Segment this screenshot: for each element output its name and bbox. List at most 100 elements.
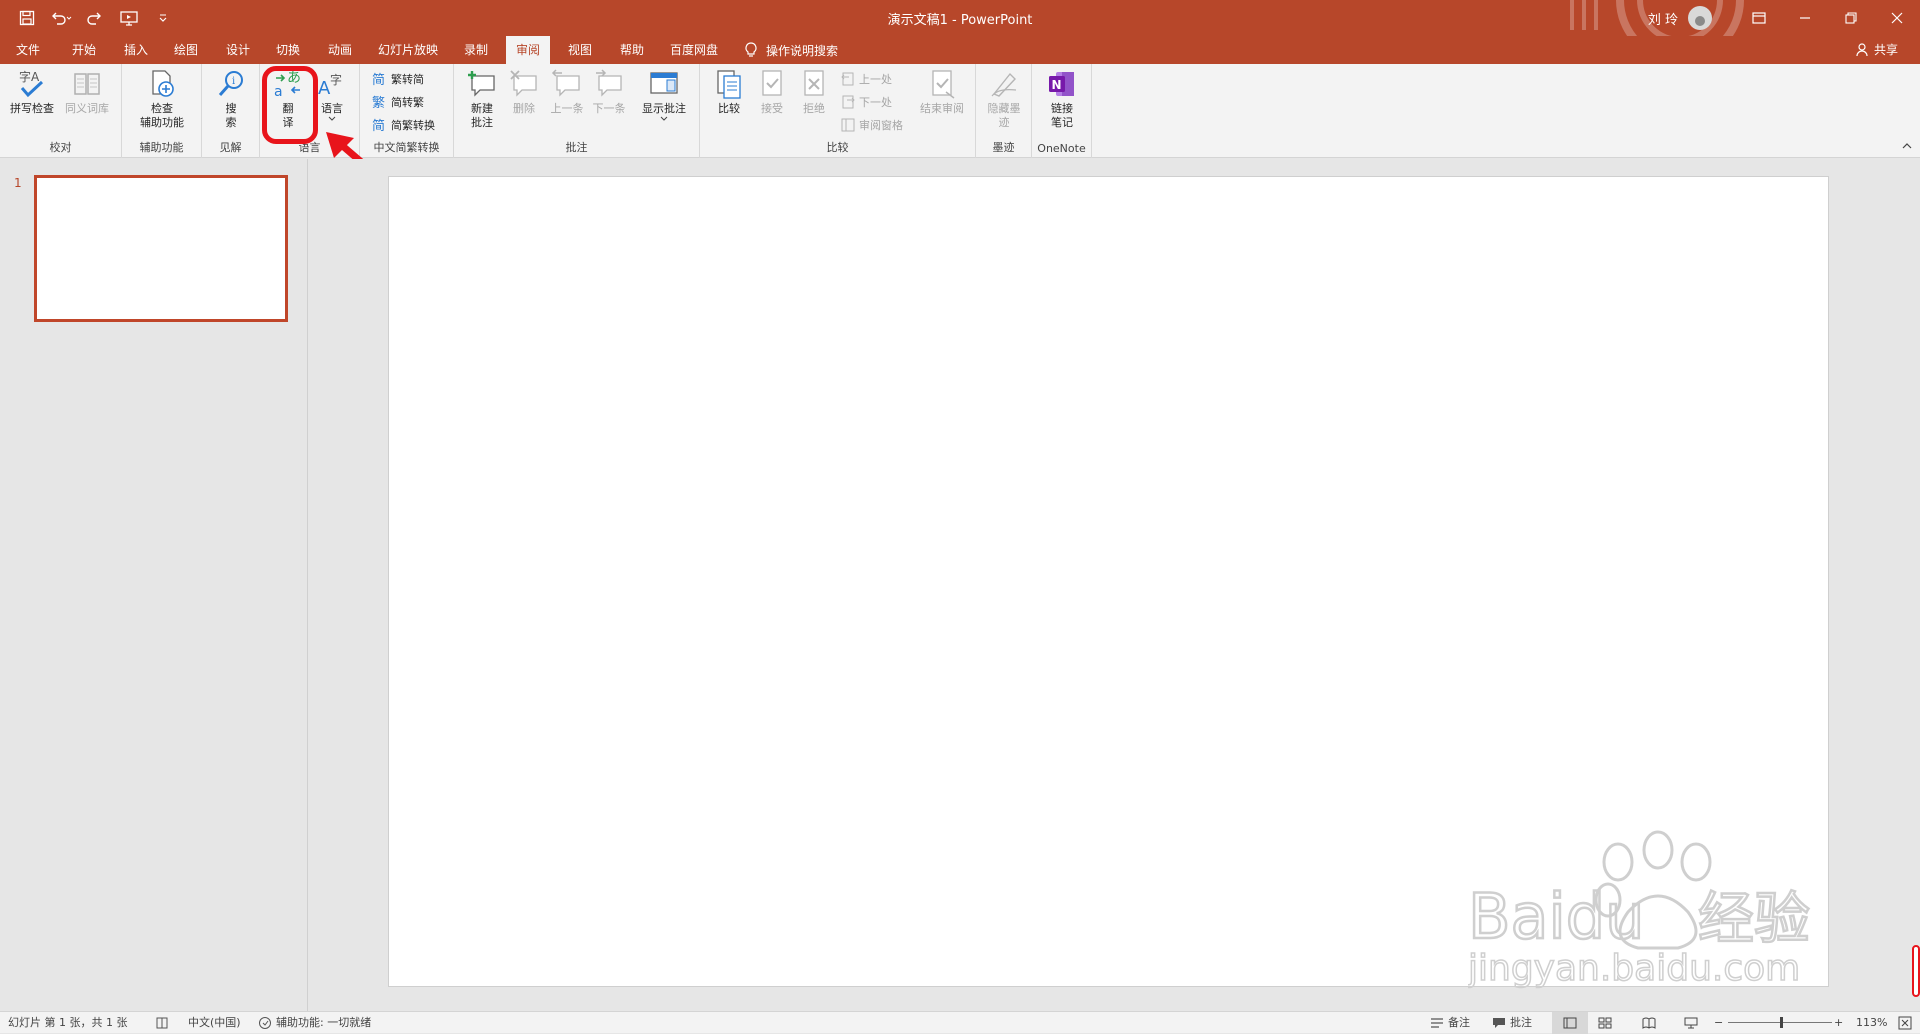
baidu-jingyan-watermark: Baidu 经验 jingyan.baidu.com <box>1468 830 1811 990</box>
slide-info[interactable]: 幻灯片 第 1 张，共 1 张 <box>8 1012 127 1034</box>
slideshow-icon <box>1684 1017 1698 1029</box>
minus-icon: − <box>1714 1016 1724 1029</box>
next-change-button[interactable]: 下一处 <box>840 93 892 111</box>
slide-thumbnail[interactable] <box>34 175 288 322</box>
linked-notes-button[interactable]: N 链接 笔记 <box>1042 68 1082 130</box>
tab-transitions[interactable]: 切换 <box>266 36 310 64</box>
reviewing-pane-button[interactable]: 审阅窗格 <box>840 116 903 134</box>
slide-info-text: 幻灯片 第 1 张，共 1 张 <box>8 1016 128 1029</box>
slide-sorter-button[interactable] <box>1598 1012 1612 1034</box>
delete-comment-button[interactable]: 删除 <box>504 68 544 116</box>
comments-status-label: 批注 <box>1510 1016 1532 1029</box>
delete-comment-icon <box>510 70 537 97</box>
ink-group: 隐藏墨 迹 墨迹 <box>976 64 1032 158</box>
previous-change-button[interactable]: 上一处 <box>840 70 892 88</box>
tab-baidu-netdisk[interactable]: 百度网盘 <box>660 36 728 64</box>
restore-button[interactable] <box>1828 0 1874 36</box>
previous-change-label: 上一处 <box>859 73 892 86</box>
comments-group: 新建 批注 删除 上一条 下一条 显示批注 批注 <box>454 64 700 158</box>
normal-view-button[interactable] <box>1552 1012 1588 1034</box>
tab-view[interactable]: 视图 <box>558 36 602 64</box>
zoom-slider-thumb[interactable] <box>1780 1017 1783 1028</box>
simplified-to-traditional-button[interactable]: 繁 简转繁 <box>372 93 424 111</box>
previous-comment-icon <box>551 69 580 97</box>
tab-insert[interactable]: 插入 <box>114 36 158 64</box>
show-comments-icon <box>650 72 678 94</box>
next-change-label: 下一处 <box>859 96 892 109</box>
notes-label: 备注 <box>1448 1016 1470 1029</box>
translate-highlight-annotation <box>262 66 318 144</box>
comments-status-button[interactable]: 批注 <box>1492 1012 1532 1034</box>
tab-record[interactable]: 录制 <box>454 36 498 64</box>
traditional-to-simplified-icon: 简 <box>372 72 385 87</box>
new-comment-line2: 批注 <box>471 116 493 129</box>
vertical-scrollbar-thumb[interactable] <box>1912 945 1920 997</box>
watermark-url: jingyan.baidu.com <box>1468 948 1800 989</box>
ribbon-display-options-button[interactable] <box>1736 0 1782 36</box>
spell-check-status[interactable] <box>156 1012 170 1034</box>
collapse-ribbon-button[interactable] <box>1902 142 1912 153</box>
tab-home[interactable]: 开始 <box>62 36 106 64</box>
accept-icon <box>762 70 782 96</box>
lightbulb-icon <box>745 42 757 57</box>
check-accessibility-button[interactable]: 检查 辅助功能 <box>130 68 194 130</box>
close-button[interactable] <box>1874 0 1920 36</box>
hide-ink-button[interactable]: 隐藏墨 迹 <box>982 68 1026 130</box>
end-review-button[interactable]: 结束审阅 <box>914 68 970 116</box>
zoom-in-button[interactable]: + <box>1834 1012 1843 1034</box>
restore-icon <box>1845 12 1857 24</box>
chevron-down-icon <box>660 116 668 121</box>
thesaurus-button[interactable]: 同义词库 <box>60 68 114 116</box>
reading-view-button[interactable] <box>1642 1012 1656 1034</box>
avatar[interactable] <box>1688 6 1712 30</box>
end-review-label: 结束审阅 <box>920 102 964 115</box>
tab-review[interactable]: 审阅 <box>506 36 551 64</box>
accessibility-status[interactable]: 辅助功能: 一切就绪 <box>258 1012 371 1034</box>
onenote-icon: N <box>1049 72 1074 96</box>
onenote-group-label: OneNote <box>1037 142 1086 155</box>
slideshow-button[interactable] <box>1684 1012 1698 1034</box>
reject-button[interactable]: 拒绝 <box>794 68 834 116</box>
traditional-to-simplified-button[interactable]: 简 繁转简 <box>372 70 424 88</box>
zoom-level[interactable]: 113% <box>1856 1012 1887 1034</box>
tab-animations[interactable]: 动画 <box>318 36 362 64</box>
onenote-group: N 链接 笔记 OneNote <box>1032 64 1092 158</box>
new-comment-line1: 新建 <box>471 102 493 115</box>
tab-draw[interactable]: 绘图 <box>164 36 208 64</box>
smart-lookup-button[interactable]: i 搜 索 <box>212 68 250 130</box>
notes-button[interactable]: 备注 <box>1430 1012 1470 1034</box>
user-name[interactable]: 刘 玲 <box>1648 9 1678 28</box>
new-comment-icon <box>468 71 495 97</box>
slide-number: 1 <box>14 176 22 190</box>
zoom-level-text: 113% <box>1856 1016 1888 1029</box>
hide-ink-icon <box>991 72 1017 97</box>
minimize-button[interactable] <box>1782 0 1828 36</box>
tab-slideshow[interactable]: 幻灯片放映 <box>368 36 448 64</box>
share-button[interactable]: 共享 <box>1856 36 1898 64</box>
proofing-group-label: 校对 <box>49 141 72 154</box>
new-comment-button[interactable]: 新建 批注 <box>462 68 502 130</box>
compare-button[interactable]: 比较 <box>708 68 750 116</box>
insights-group-label: 见解 <box>219 141 242 154</box>
tab-design[interactable]: 设计 <box>216 36 260 64</box>
hide-ink-line2: 迹 <box>998 116 1010 129</box>
insights-group: i 搜 索 见解 <box>202 64 260 158</box>
book-check-icon <box>156 1017 168 1029</box>
next-comment-button[interactable]: 下一条 <box>588 68 630 116</box>
accept-button[interactable]: 接受 <box>752 68 792 116</box>
previous-comment-button[interactable]: 上一条 <box>546 68 588 116</box>
spelling-button[interactable]: 字A 拼写检查 <box>6 68 58 116</box>
fit-slide-button[interactable] <box>1898 1012 1912 1034</box>
spelling-icon: 字A <box>19 69 44 98</box>
tab-help[interactable]: 帮助 <box>610 36 654 64</box>
language-status-text: 中文(中国) <box>188 1016 241 1029</box>
zoom-out-button[interactable]: − <box>1714 1012 1723 1034</box>
minimize-icon <box>1800 17 1810 19</box>
tab-file[interactable]: 文件 <box>6 36 50 64</box>
show-comments-button[interactable]: 显示批注 <box>636 68 692 122</box>
compare-label: 比较 <box>718 102 740 115</box>
language-status[interactable]: 中文(中国) <box>188 1012 241 1034</box>
check-accessibility-line1: 检查 <box>151 102 173 115</box>
tell-me-search[interactable]: 操作说明搜索 <box>744 36 838 64</box>
language-button[interactable]: A字 语言 <box>312 68 352 122</box>
